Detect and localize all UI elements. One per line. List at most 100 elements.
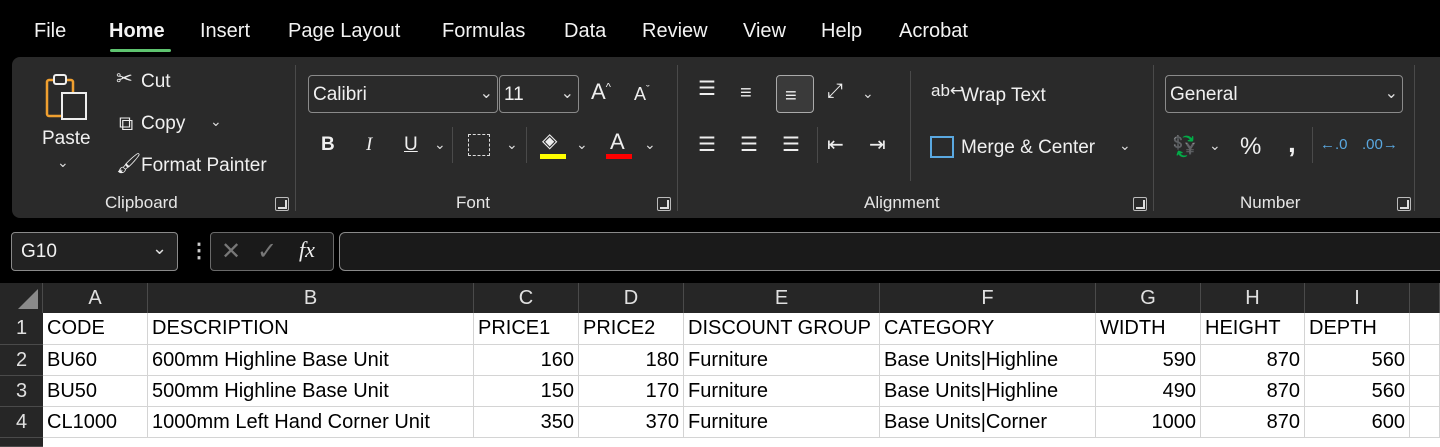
font-size-select[interactable]: 11 ⌄	[499, 75, 579, 113]
top-align-icon[interactable]: ☰	[698, 79, 716, 99]
name-box[interactable]: G10 ⌄	[11, 232, 178, 271]
column-header-a[interactable]: A	[43, 283, 148, 313]
cell-i4[interactable]: 600	[1305, 407, 1410, 438]
comma-style-button[interactable]: ,	[1288, 127, 1296, 159]
cell-a2[interactable]: BU60	[43, 345, 148, 376]
enter-icon[interactable]: ✓	[257, 237, 277, 266]
number-launcher-icon[interactable]	[1397, 197, 1411, 211]
merge-center-dropdown-icon[interactable]: ⌄	[1119, 137, 1131, 154]
cell-i2[interactable]: 560	[1305, 345, 1410, 376]
cell-c1[interactable]: PRICE1	[474, 313, 579, 345]
cell-d4[interactable]: 370	[579, 407, 684, 438]
cell-b4[interactable]: 1000mm Left Hand Corner Unit	[148, 407, 474, 438]
bold-button[interactable]: B	[321, 134, 335, 156]
tab-data[interactable]: Data	[564, 20, 606, 43]
formula-input[interactable]	[339, 232, 1440, 271]
percent-style-button[interactable]: %	[1240, 133, 1261, 161]
paste-icon[interactable]	[42, 71, 92, 123]
cell-c2[interactable]: 160	[474, 345, 579, 376]
cell-h3[interactable]: 870	[1201, 376, 1305, 407]
row-header-2[interactable]: 2	[0, 345, 43, 376]
select-all-corner[interactable]	[0, 283, 43, 313]
cell-h4[interactable]: 870	[1201, 407, 1305, 438]
tab-home[interactable]: Home	[109, 20, 165, 43]
orientation-dropdown-icon[interactable]: ⌄	[862, 85, 874, 102]
cell-b1[interactable]: DESCRIPTION	[148, 313, 474, 345]
cell-f4[interactable]: Base Units|Corner	[880, 407, 1096, 438]
increase-font-size-icon[interactable]: A^	[591, 81, 611, 103]
column-header-d[interactable]: D	[579, 283, 684, 313]
column-header-f[interactable]: F	[880, 283, 1096, 313]
cell-g3[interactable]: 490	[1096, 376, 1201, 407]
cell-b2[interactable]: 600mm Highline Base Unit	[148, 345, 474, 376]
cut-icon[interactable]: ✂	[116, 69, 133, 89]
number-format-select[interactable]: General ⌄	[1165, 75, 1403, 113]
paste-button[interactable]: Paste	[42, 128, 91, 150]
font-launcher-icon[interactable]	[657, 197, 671, 211]
cell-h1[interactable]: HEIGHT	[1201, 313, 1305, 345]
tab-help[interactable]: Help	[821, 20, 862, 43]
borders-icon[interactable]	[468, 134, 490, 156]
borders-dropdown-icon[interactable]: ⌄	[506, 136, 518, 153]
cell-c4[interactable]: 350	[474, 407, 579, 438]
cell-a4[interactable]: CL1000	[43, 407, 148, 438]
middle-align-icon[interactable]: ≡	[740, 83, 752, 103]
tab-file[interactable]: File	[34, 20, 66, 43]
font-family-select[interactable]: Calibri ⌄	[308, 75, 498, 113]
cell-b3[interactable]: 500mm Highline Base Unit	[148, 376, 474, 407]
cell-e3[interactable]: Furniture	[684, 376, 880, 407]
cell-g4[interactable]: 1000	[1096, 407, 1201, 438]
cell-g2[interactable]: 590	[1096, 345, 1201, 376]
cell-d3[interactable]: 170	[579, 376, 684, 407]
accounting-format-icon[interactable]: 💱	[1172, 137, 1197, 157]
tab-page-layout[interactable]: Page Layout	[288, 20, 400, 43]
italic-button[interactable]: I	[366, 134, 372, 156]
tab-insert[interactable]: Insert	[200, 20, 250, 43]
row-header-4[interactable]: 4	[0, 407, 43, 438]
column-header-c[interactable]: C	[474, 283, 579, 313]
merge-center-icon[interactable]	[930, 136, 954, 158]
cell-i3[interactable]: 560	[1305, 376, 1410, 407]
cell-f2[interactable]: Base Units|Highline	[880, 345, 1096, 376]
cell-j1[interactable]	[1410, 313, 1440, 345]
wrap-text-icon[interactable]: ab↩	[931, 82, 964, 99]
row-header-3[interactable]: 3	[0, 376, 43, 407]
tab-formulas[interactable]: Formulas	[442, 20, 525, 43]
cancel-icon[interactable]: ✕	[221, 237, 241, 266]
more-options-icon[interactable]: ⋮	[189, 238, 209, 263]
alignment-launcher-icon[interactable]	[1133, 197, 1147, 211]
decrease-decimal-icon[interactable]: .00→	[1362, 137, 1398, 152]
copy-button[interactable]: Copy	[141, 113, 185, 135]
fill-color-dropdown-icon[interactable]: ⌄	[576, 136, 588, 153]
insert-function-button[interactable]: fx	[299, 237, 315, 263]
cut-button[interactable]: Cut	[141, 71, 171, 93]
format-painter-button[interactable]: Format Painter	[141, 155, 267, 177]
cell-j4[interactable]	[1410, 407, 1440, 438]
column-header-e[interactable]: E	[684, 283, 880, 313]
column-header-b[interactable]: B	[148, 283, 474, 313]
paste-dropdown-icon[interactable]: ⌄	[57, 154, 69, 171]
align-left-icon[interactable]: ☰	[698, 135, 716, 155]
underline-dropdown-icon[interactable]: ⌄	[434, 136, 446, 153]
tab-review[interactable]: Review	[642, 20, 708, 43]
underline-button[interactable]: U	[404, 134, 418, 156]
bottom-align-button[interactable]: ≡	[776, 75, 814, 113]
font-color-dropdown-icon[interactable]: ⌄	[644, 136, 656, 153]
column-header-h[interactable]: H	[1201, 283, 1305, 313]
cell-f3[interactable]: Base Units|Highline	[880, 376, 1096, 407]
increase-decimal-icon[interactable]: ←.0	[1320, 137, 1348, 152]
fill-color-icon[interactable]: ◈	[542, 131, 557, 151]
orientation-icon[interactable]: ⤢	[827, 81, 843, 101]
cell-e1[interactable]: DISCOUNT GROUP	[684, 313, 880, 345]
accounting-dropdown-icon[interactable]: ⌄	[1209, 137, 1221, 154]
cell-f1[interactable]: CATEGORY	[880, 313, 1096, 345]
tab-acrobat[interactable]: Acrobat	[899, 20, 968, 43]
increase-indent-icon[interactable]: ⇥	[869, 135, 886, 155]
cell-a1[interactable]: CODE	[43, 313, 148, 345]
copy-dropdown-icon[interactable]: ⌄	[210, 113, 222, 130]
cell-d1[interactable]: PRICE2	[579, 313, 684, 345]
column-header-g[interactable]: G	[1096, 283, 1201, 313]
cell-d2[interactable]: 180	[579, 345, 684, 376]
merge-center-button[interactable]: Merge & Center	[961, 137, 1095, 159]
cell-h2[interactable]: 870	[1201, 345, 1305, 376]
